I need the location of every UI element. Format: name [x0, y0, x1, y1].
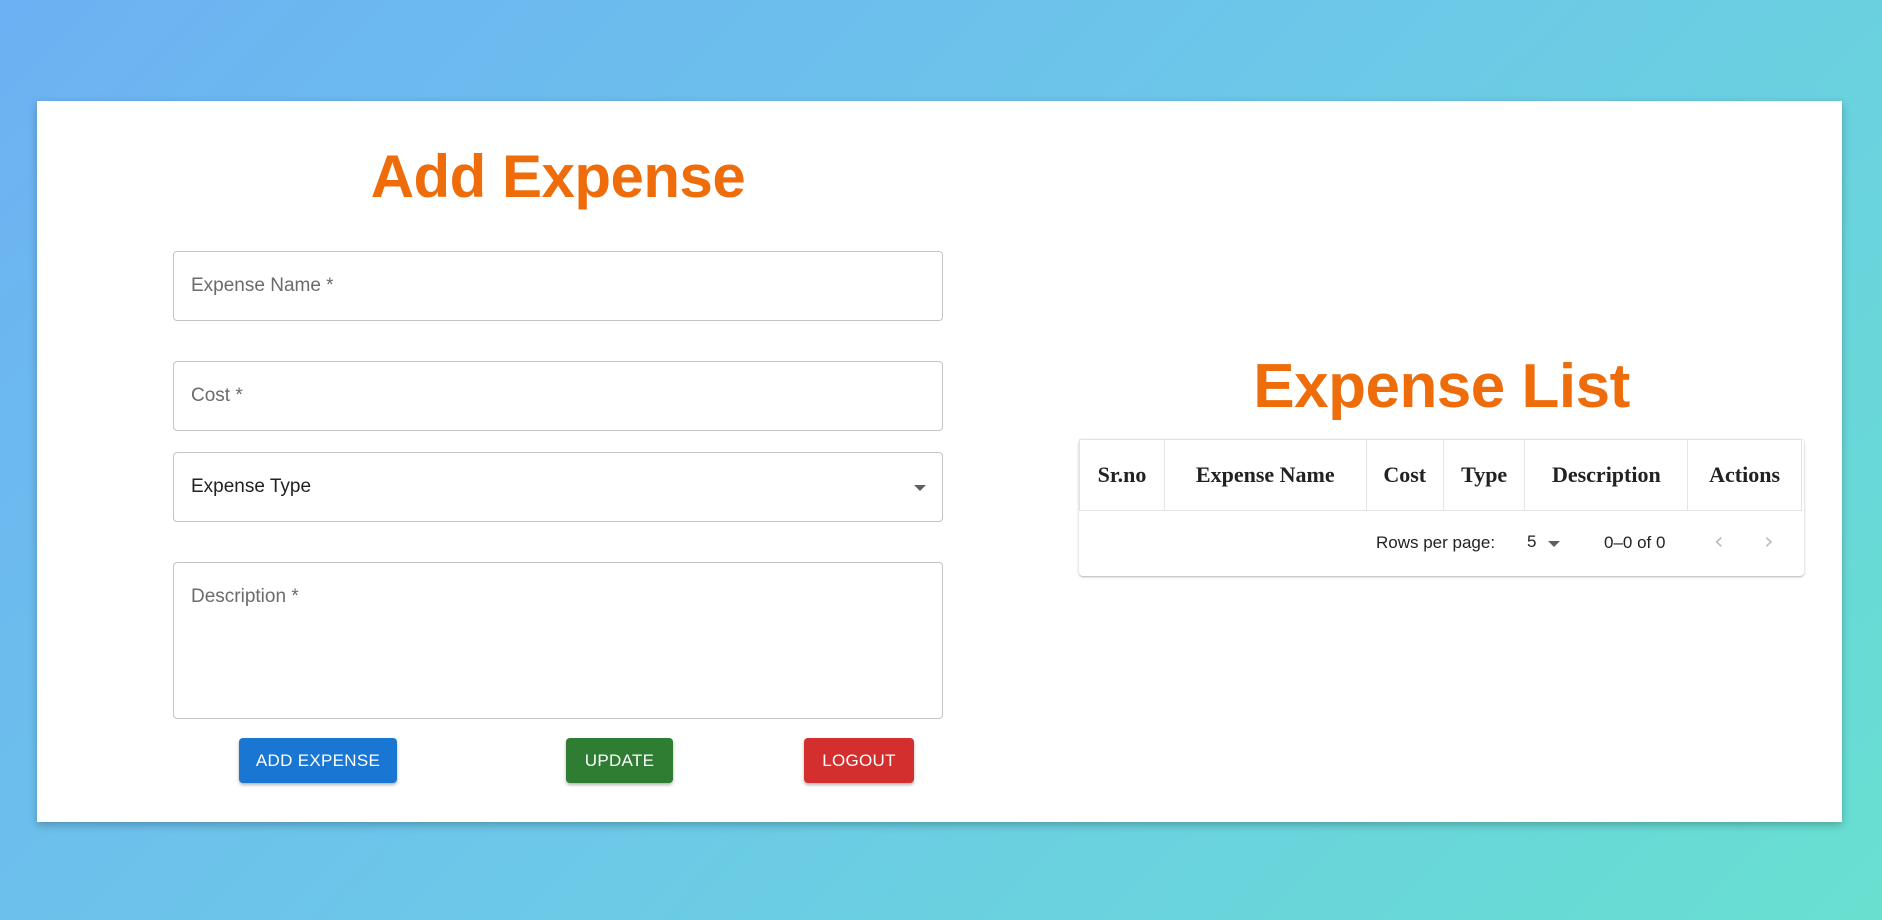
rows-per-page-caret-icon[interactable]: [1548, 541, 1560, 547]
expense-table-container: Sr.no Expense Name Cost Type Description…: [1078, 439, 1804, 576]
expense-list-panel: Expense List Sr.no Expense Name Cost Typ…: [1078, 101, 1804, 822]
expense-name-placeholder: Expense Name *: [191, 275, 334, 296]
expense-name-input[interactable]: Expense Name *: [173, 251, 943, 321]
column-header-expense-name: Expense Name: [1164, 439, 1367, 511]
rows-per-page-label: Rows per page:: [1376, 533, 1496, 552]
add-expense-panel: Add Expense Expense Name * Cost * Expens…: [173, 101, 943, 822]
add-expense-title: Add Expense: [370, 143, 746, 210]
column-header-cost: Cost: [1365, 439, 1444, 511]
logout-button[interactable]: LOGOUT: [804, 738, 914, 783]
column-header-description: Description: [1524, 439, 1689, 511]
description-placeholder: Description *: [191, 586, 299, 607]
expense-type-select[interactable]: Expense Type: [173, 452, 943, 522]
expense-table: Sr.no Expense Name Cost Type Description…: [1078, 439, 1802, 511]
expense-type-label: Expense Type: [191, 476, 312, 497]
cost-placeholder: Cost *: [191, 385, 243, 406]
rows-per-page-select[interactable]: 5: [1527, 532, 1536, 552]
table-header-row: Sr.no Expense Name Cost Type Description…: [1078, 439, 1802, 511]
expense-list-title: Expense List: [1253, 352, 1630, 421]
main-card: Add Expense Expense Name * Cost * Expens…: [37, 101, 1842, 822]
pagination-range: 0–0 of 0: [1604, 533, 1666, 552]
chevron-right-icon[interactable]: ›: [1764, 527, 1774, 555]
chevron-left-icon[interactable]: ‹: [1714, 527, 1724, 555]
column-header-actions: Actions: [1687, 439, 1802, 511]
update-button[interactable]: UPDATE: [566, 738, 673, 783]
add-expense-button[interactable]: ADD EXPENSE: [239, 738, 397, 783]
dropdown-caret-icon[interactable]: [914, 485, 926, 491]
cost-input[interactable]: Cost *: [173, 361, 943, 431]
description-textarea[interactable]: Description *: [173, 562, 943, 719]
column-header-sr-no: Sr.no: [1078, 439, 1166, 511]
table-pagination: Rows per page: 5 0–0 of 0 ‹ ›: [1079, 510, 1804, 576]
column-header-type: Type: [1442, 439, 1526, 511]
